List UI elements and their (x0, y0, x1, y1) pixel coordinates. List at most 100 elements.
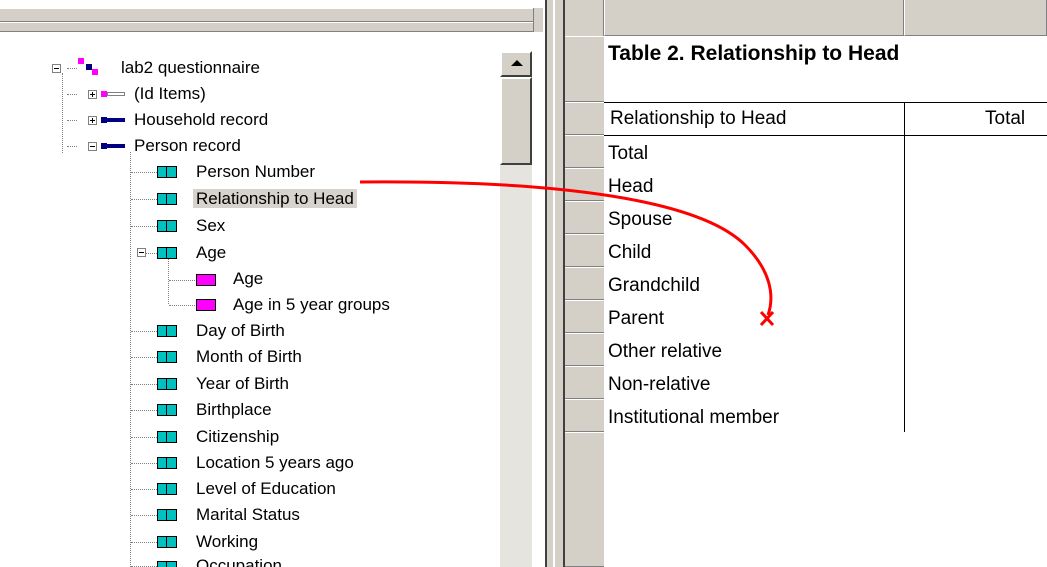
row-header-cell[interactable] (565, 399, 604, 432)
table-row-label[interactable]: Child (608, 241, 651, 265)
table-row-label[interactable]: Institutional member (608, 406, 779, 430)
tree-item-relationship-to-head[interactable]: Relationship to Head (193, 188, 357, 210)
tree-item-level-of-education[interactable]: Level of Education (193, 478, 339, 500)
tree-item-occupation[interactable]: Occupation (193, 555, 285, 567)
table-row-label[interactable]: Grandchild (608, 274, 700, 298)
item-icon (157, 536, 177, 548)
item-label: Person Number (196, 162, 316, 181)
tree-connector (146, 253, 157, 254)
item-icon (157, 431, 177, 443)
tree-record-person[interactable]: Person record (131, 135, 244, 157)
table-row-label[interactable]: Non-relative (608, 373, 710, 397)
tree-item-person-number[interactable]: Person Number (193, 161, 318, 183)
tree-connector (169, 305, 195, 306)
scroll-thumb[interactable] (500, 77, 532, 165)
subitem-icon (196, 299, 216, 311)
root-collapse-toggle[interactable] (52, 64, 61, 73)
total-column-header[interactable]: Total (985, 107, 1025, 131)
item-label: Month of Birth (196, 347, 302, 366)
tree-connector (67, 120, 77, 121)
item-icon (157, 351, 177, 363)
tree-connector (131, 463, 157, 464)
tree-subitem-age-5yr-groups[interactable]: Age in 5 year groups (230, 294, 393, 316)
item-label: Day of Birth (196, 321, 285, 340)
item-label: Occupation (196, 556, 282, 567)
tree-item-citizenship[interactable]: Citizenship (193, 426, 282, 448)
tree-connector (131, 410, 157, 411)
item-icon (157, 483, 177, 495)
tree-record-household[interactable]: Household record (131, 109, 271, 131)
row-header-cell[interactable] (565, 366, 604, 399)
tree-item-birthplace[interactable]: Birthplace (193, 399, 275, 421)
tree-item-marital-status[interactable]: Marital Status (193, 504, 303, 526)
item-label: Year of Birth (196, 374, 289, 393)
tree-item-day-of-birth[interactable]: Day of Birth (193, 320, 288, 342)
person-record-collapse-toggle[interactable] (88, 142, 97, 151)
item-label: Location 5 years ago (196, 453, 354, 472)
row-header-cell[interactable] (565, 267, 604, 300)
tree-root-label: lab2 questionnaire (121, 58, 260, 77)
tree-connector (131, 384, 157, 385)
tree-connector (131, 489, 157, 490)
tree-root-node[interactable]: lab2 questionnaire (118, 57, 263, 79)
id-items-expand-toggle[interactable] (88, 90, 97, 99)
record-label: Household record (134, 110, 269, 129)
household-record-expand-toggle[interactable] (88, 116, 97, 125)
item-label: Age in 5 year groups (233, 295, 390, 314)
age-collapse-toggle[interactable] (137, 248, 146, 257)
row-header-cell[interactable] (565, 201, 604, 234)
tree-item-year-of-birth[interactable]: Year of Birth (193, 373, 292, 395)
tree-subitem-age[interactable]: Age (230, 268, 266, 290)
tree-connector (131, 542, 157, 543)
stub-column-header[interactable]: Relationship to Head (610, 107, 786, 131)
tree-item-location-5-years-ago[interactable]: Location 5 years ago (193, 452, 357, 474)
row-header-cell[interactable] (565, 300, 604, 333)
table-title[interactable]: Table 2. Relationship to Head (608, 42, 899, 66)
pane-splitter[interactable] (545, 0, 565, 567)
table-row-label[interactable]: Parent (608, 307, 664, 331)
tree-connector (131, 515, 157, 516)
record-icon (101, 143, 125, 149)
table-row-label[interactable]: Head (608, 175, 653, 199)
row-header-cell[interactable] (565, 333, 604, 366)
item-icon (157, 325, 177, 337)
item-icon (157, 220, 177, 232)
item-icon (157, 561, 177, 567)
table-layout-panel: Table 2. Relationship to Head Relationsh… (565, 0, 1047, 567)
item-icon (157, 166, 177, 178)
tree-vertical-scrollbar[interactable] (500, 51, 532, 567)
item-icon (157, 457, 177, 469)
column-header-a[interactable] (604, 0, 904, 36)
table-row-label[interactable]: Other relative (608, 340, 722, 364)
tree-item-age[interactable]: Age (193, 242, 229, 264)
row-header-cell[interactable] (565, 432, 604, 567)
tree-connector (67, 68, 77, 69)
tree-connector (67, 146, 77, 147)
row-header-cell[interactable] (565, 234, 604, 267)
table-row-label[interactable]: Total (608, 142, 648, 166)
tree-item-working[interactable]: Working (193, 531, 261, 553)
tree-connector (131, 226, 157, 227)
tree-connector (130, 152, 131, 567)
item-icon (157, 378, 177, 390)
row-header-cell[interactable] (565, 102, 604, 135)
dictionary-tree-panel: lab2 questionnaire (Id Items) Household … (0, 0, 545, 567)
column-header-b[interactable] (904, 0, 1047, 36)
tree-connector (168, 258, 169, 304)
row-header-cell[interactable] (565, 135, 604, 168)
tree-item-month-of-birth[interactable]: Month of Birth (193, 346, 305, 368)
scroll-up-arrow-icon[interactable] (500, 51, 532, 77)
record-label: Person record (134, 136, 241, 155)
item-label: Sex (196, 216, 226, 235)
tree-connector (131, 437, 157, 438)
tree-header-notch (533, 8, 543, 32)
item-label: Level of Education (196, 479, 336, 498)
item-label: Marital Status (196, 505, 300, 524)
tree-record-id-items[interactable]: (Id Items) (131, 83, 209, 105)
tree-item-sex[interactable]: Sex (193, 215, 228, 237)
item-icon (157, 193, 177, 205)
row-header-cell[interactable] (565, 168, 604, 201)
item-label: Age (233, 269, 264, 288)
row-header-cell[interactable] (565, 36, 604, 102)
table-row-label[interactable]: Spouse (608, 208, 672, 232)
